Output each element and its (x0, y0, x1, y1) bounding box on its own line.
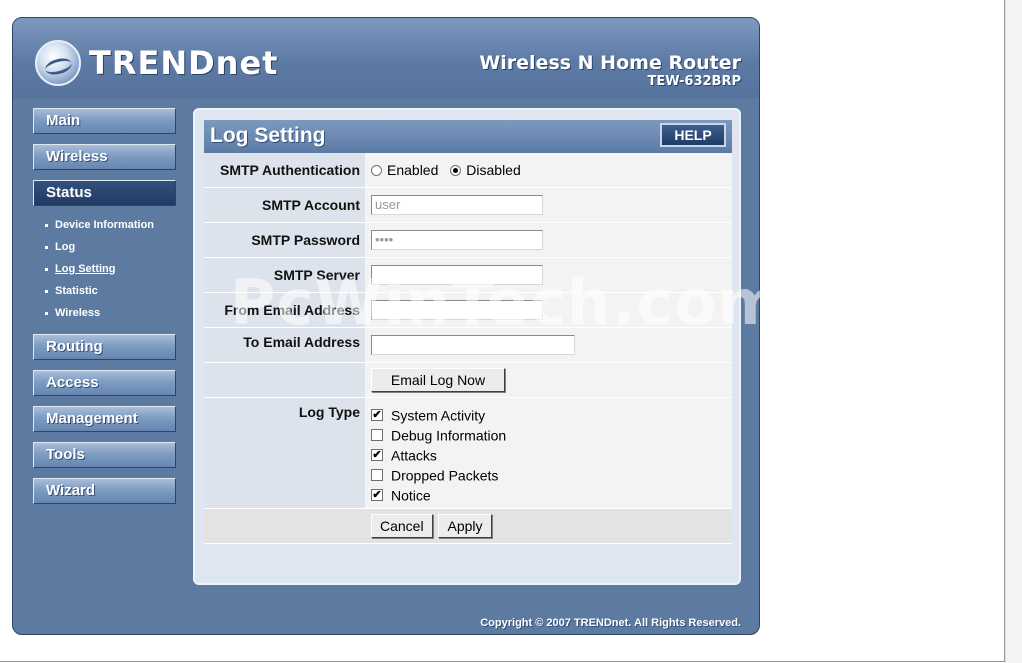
content-area: Log Setting HELP SMTP Authentication Ena… (193, 108, 741, 585)
smtp-account-label: SMTP Account (204, 187, 365, 223)
subnav-log-setting[interactable]: Log Setting (33, 258, 178, 280)
router-frame: TRENDnet Wireless N Home Router TEW-632B… (12, 17, 760, 635)
help-button[interactable]: HELP (660, 123, 726, 147)
subnav-log[interactable]: Log (33, 236, 178, 258)
smtp-auth-enabled-label: Enabled (387, 162, 439, 179)
row-log-type: Log Type ✔ System Activity Debug Informat… (204, 397, 732, 509)
subnav-label: Log (55, 241, 76, 253)
copyright: Copyright © 2007 TRENDnet. All Rights Re… (480, 617, 741, 629)
email-log-now-button[interactable]: Email Log Now (371, 367, 505, 392)
attacks-checkbox[interactable]: ✔ (371, 448, 383, 461)
row-to-email: To Email Address (204, 327, 732, 363)
debug-information-checkbox[interactable] (371, 428, 383, 441)
smtp-server-input[interactable] (371, 264, 543, 285)
subnav-device-information[interactable]: Device Information (33, 214, 178, 236)
from-email-input[interactable] (371, 299, 543, 320)
page-title: Log Setting (210, 124, 326, 147)
bullet-icon (45, 289, 48, 293)
smtp-auth-disabled-label: Disabled (466, 162, 521, 179)
empty-label (204, 362, 365, 398)
nav-wireless[interactable]: Wireless (33, 144, 176, 170)
smtp-account-input[interactable] (371, 194, 543, 215)
action-buttons: Cancel Apply (365, 508, 732, 544)
sidebar: Main Wireless Status Device Information … (33, 108, 178, 514)
row-email-log-now: Email Log Now (204, 362, 732, 398)
log-type-option: ✔ System Activity (371, 404, 732, 424)
log-setting-panel: Log Setting HELP SMTP Authentication Ena… (204, 120, 732, 544)
bullet-icon (45, 267, 48, 271)
nav-routing[interactable]: Routing (33, 334, 176, 360)
subnav-wireless[interactable]: Wireless (33, 302, 178, 324)
log-setting-form: SMTP Authentication Enabled Disabled SMT… (204, 153, 732, 544)
nav-access[interactable]: Access (33, 370, 176, 396)
system-activity-checkbox[interactable]: ✔ (371, 408, 383, 421)
row-smtp-server: SMTP Server (204, 257, 732, 293)
log-type-option: Debug Information (371, 424, 732, 444)
smtp-password-label: SMTP Password (204, 222, 365, 258)
subnav-label: Wireless (55, 307, 101, 319)
system-activity-label: System Activity (391, 406, 486, 423)
smtp-auth-options: Enabled Disabled (365, 153, 732, 188)
row-smtp-account: SMTP Account (204, 187, 732, 223)
product-info: Wireless N Home Router TEW-632BRP (479, 52, 741, 90)
log-type-option: ✔ Attacks (371, 444, 732, 464)
bullet-icon (45, 245, 48, 249)
smtp-server-label: SMTP Server (204, 257, 365, 293)
smtp-password-input[interactable] (371, 229, 543, 250)
status-submenu: Device Information Log Log Setting Stati… (33, 214, 178, 324)
attacks-label: Attacks (391, 446, 437, 463)
scrollbar[interactable] (1005, 0, 1022, 663)
subnav-label: Device Information (55, 219, 155, 231)
bullet-icon (45, 223, 48, 227)
product-name: Wireless N Home Router (479, 52, 741, 74)
smtp-auth-enabled-radio[interactable] (371, 164, 382, 176)
nav-main[interactable]: Main (33, 108, 176, 134)
row-smtp-auth: SMTP Authentication Enabled Disabled (204, 153, 732, 188)
debug-information-label: Debug Information (391, 426, 507, 443)
header: TRENDnet Wireless N Home Router TEW-632B… (13, 18, 759, 98)
log-type-option: Dropped Packets (371, 464, 732, 484)
brand-name: TRENDnet (89, 44, 279, 82)
trendnet-logo: TRENDnet (35, 38, 278, 88)
apply-button[interactable]: Apply (438, 513, 492, 538)
empty-label (204, 508, 365, 544)
dropped-packets-label: Dropped Packets (391, 466, 499, 483)
nav-management[interactable]: Management (33, 406, 176, 432)
log-type-label: Log Type (204, 397, 365, 509)
dropped-packets-checkbox[interactable] (371, 468, 383, 481)
log-type-options: ✔ System Activity Debug Information ✔ Atta… (365, 397, 732, 509)
nav-tools[interactable]: Tools (33, 442, 176, 468)
smtp-auth-disabled-radio[interactable] (450, 164, 462, 176)
panel-title-bar: Log Setting HELP (204, 120, 732, 153)
row-from-email: From Email Address (204, 292, 732, 328)
log-type-option: ✔ Notice (371, 484, 732, 504)
nav-wizard[interactable]: Wizard (33, 478, 176, 504)
subnav-label: Log Setting (55, 263, 116, 275)
nav-status[interactable]: Status (33, 180, 176, 206)
subnav-statistic[interactable]: Statistic (33, 280, 178, 302)
cancel-button[interactable]: Cancel (371, 513, 433, 538)
smtp-auth-label: SMTP Authentication (204, 153, 365, 188)
row-smtp-password: SMTP Password (204, 222, 732, 258)
row-actions: Cancel Apply (204, 508, 732, 544)
subnav-label: Statistic (55, 285, 98, 297)
from-email-label: From Email Address (204, 292, 365, 328)
trendnet-logo-icon (35, 40, 81, 86)
to-email-label: To Email Address (204, 327, 365, 363)
to-email-input[interactable] (371, 334, 575, 355)
bullet-icon (45, 311, 48, 315)
notice-label: Notice (391, 486, 431, 503)
notice-checkbox[interactable]: ✔ (371, 488, 383, 501)
product-model: TEW-632BRP (647, 74, 741, 89)
